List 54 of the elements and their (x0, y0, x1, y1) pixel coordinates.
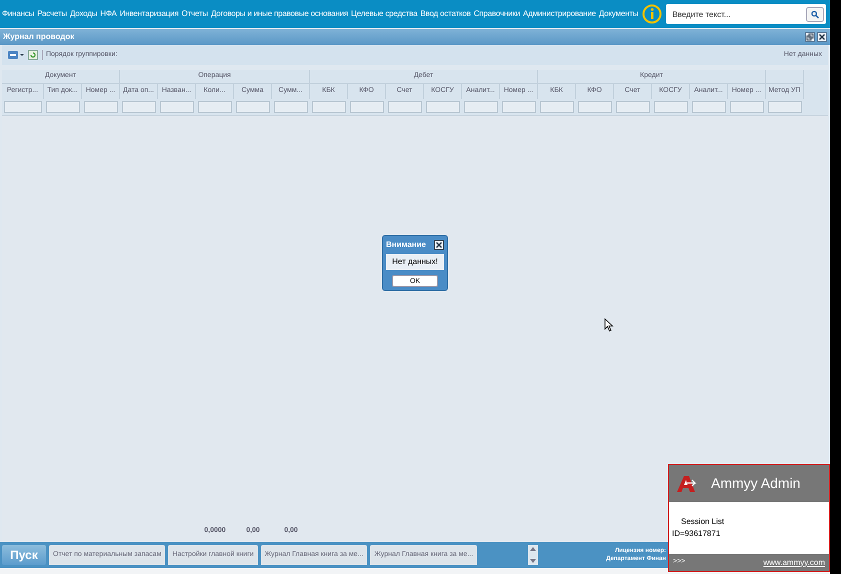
mouse-pointer-icon (604, 318, 614, 332)
filter-field[interactable] (4, 101, 42, 113)
down-arrow-icon[interactable] (530, 559, 536, 563)
menu-item[interactable]: Расчеты (37, 8, 67, 20)
search-field[interactable]: Введите текст... (666, 4, 804, 24)
filter-field[interactable] (46, 101, 80, 113)
menu-item[interactable]: Отчеты (182, 8, 208, 20)
filter-field[interactable] (540, 101, 574, 113)
empty-group-header (766, 70, 804, 84)
filter-field[interactable] (578, 101, 612, 113)
menu-item[interactable]: Справочники (474, 8, 520, 20)
filter-field[interactable] (84, 101, 118, 113)
session-id: ID=93617871 (672, 528, 722, 540)
filter-field[interactable] (692, 101, 726, 113)
search-button[interactable] (804, 4, 826, 24)
filter-field[interactable] (198, 101, 232, 113)
menu-item[interactable]: Целевые средства (351, 8, 418, 20)
refresh-icon[interactable] (28, 50, 38, 60)
website-link[interactable]: www.ammyy.com (763, 556, 825, 568)
filter-field[interactable] (768, 101, 802, 113)
filter-field[interactable] (616, 101, 650, 113)
filter-field[interactable] (274, 101, 308, 113)
menu-item[interactable]: Администрирование (522, 8, 596, 20)
restore-icon[interactable] (805, 32, 815, 42)
menu-item[interactable]: Ввод остатков (420, 8, 471, 20)
filter-field[interactable] (388, 101, 422, 113)
info-icon[interactable] (642, 4, 662, 24)
filter-field[interactable] (350, 101, 384, 113)
filter-field[interactable] (122, 101, 156, 113)
filter-field[interactable] (426, 101, 460, 113)
menu-item[interactable]: Документы (598, 8, 638, 20)
filter-field[interactable] (464, 101, 498, 113)
filter-field[interactable] (502, 101, 536, 113)
dialog-message: Нет данных! (386, 254, 444, 270)
app-title: Ammyy Admin (711, 474, 800, 493)
menu-item[interactable]: Инвентаризация (120, 8, 179, 20)
menu-item[interactable]: Договоры и иные правовые основания (210, 8, 348, 20)
panel-title: Журнал проводок (3, 31, 74, 43)
close-icon[interactable] (434, 240, 444, 250)
menu-item[interactable]: НФА (100, 8, 117, 20)
menu-item[interactable]: Доходы (70, 8, 98, 20)
filter-field[interactable] (160, 101, 194, 113)
search-icon (806, 6, 824, 22)
dialog-title: Внимание (386, 239, 426, 251)
up-arrow-icon[interactable] (530, 547, 536, 551)
filter-field[interactable] (730, 101, 764, 113)
filter-field[interactable] (236, 101, 270, 113)
close-icon[interactable] (817, 32, 827, 42)
filter-field[interactable] (654, 101, 688, 113)
filter-field[interactable] (312, 101, 346, 113)
menu-item[interactable]: Финансы (2, 8, 34, 20)
session-list-link[interactable]: Session List (672, 516, 826, 528)
app-logo-icon (675, 474, 697, 492)
tab-scrollbar[interactable] (528, 545, 538, 565)
